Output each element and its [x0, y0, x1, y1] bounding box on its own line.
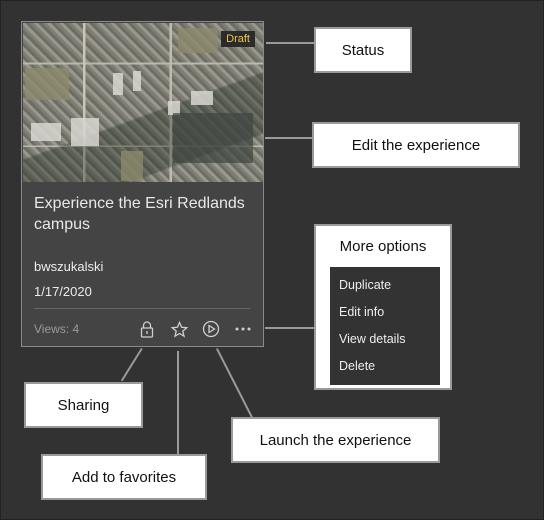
- sharing-connector: [120, 348, 143, 382]
- favorites-callout-label: Add to favorites: [71, 468, 177, 486]
- sharing-button[interactable]: [137, 319, 157, 339]
- favorites-callout: Add to favorites: [41, 454, 207, 500]
- play-circle-icon: [202, 320, 220, 338]
- status-callout: Status: [314, 27, 412, 73]
- menu-item-duplicate[interactable]: Duplicate: [339, 278, 391, 292]
- favorite-button[interactable]: [169, 319, 189, 339]
- favorites-connector: [177, 351, 179, 456]
- menu-item-edit-info[interactable]: Edit info: [339, 305, 384, 319]
- launch-connector: [216, 348, 255, 421]
- more-options-connector: [265, 327, 314, 329]
- launch-callout-label: Launch the experience: [259, 431, 412, 449]
- status-badge: Draft: [221, 31, 255, 47]
- lock-icon: [140, 320, 154, 338]
- experience-card[interactable]: Draft Experience the Esri Redlands campu…: [21, 21, 264, 347]
- more-options-callout: More options Duplicate Edit info View de…: [314, 224, 452, 390]
- more-options-menu: Duplicate Edit info View details Delete: [330, 267, 440, 385]
- sharing-callout-label: Sharing: [57, 396, 110, 414]
- status-connector: [266, 42, 315, 44]
- more-options-icon: [235, 327, 251, 331]
- star-icon: [170, 320, 188, 338]
- edit-callout: Edit the experience: [312, 122, 520, 168]
- menu-item-delete[interactable]: Delete: [339, 359, 375, 373]
- status-callout-label: Status: [341, 41, 385, 59]
- edit-callout-label: Edit the experience: [351, 136, 481, 154]
- edit-connector: [265, 137, 313, 139]
- map-thumbnail[interactable]: Draft: [23, 23, 263, 182]
- view-count: Views: 4: [34, 322, 80, 336]
- divider: [34, 308, 250, 309]
- launch-button[interactable]: [201, 319, 221, 339]
- more-options-button[interactable]: [233, 319, 253, 339]
- menu-item-view-details[interactable]: View details: [339, 332, 405, 346]
- owner-name: bwszukalski: [34, 259, 104, 274]
- launch-callout: Launch the experience: [231, 417, 440, 463]
- modified-date: 1/17/2020: [34, 284, 92, 299]
- card-title[interactable]: Experience the Esri Redlands campus: [34, 193, 259, 235]
- more-options-title: More options: [339, 238, 427, 255]
- sharing-callout: Sharing: [24, 382, 143, 428]
